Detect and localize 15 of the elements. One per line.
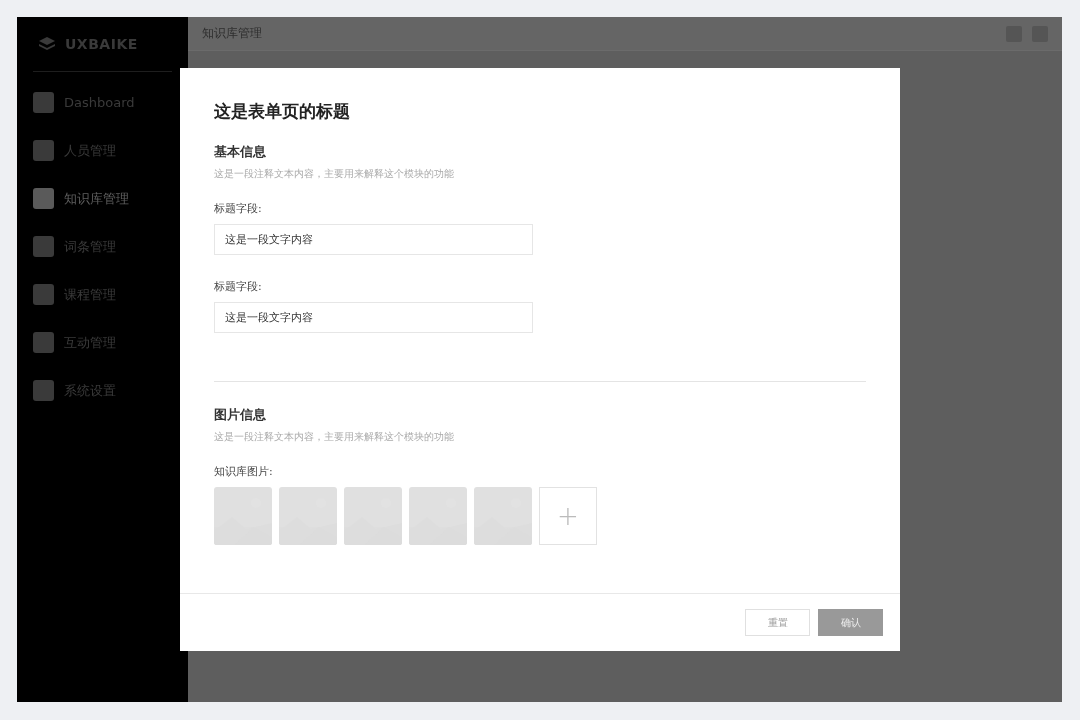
logo-text: UXBAIKE xyxy=(65,36,138,52)
confirm-button[interactable]: 确认 xyxy=(818,609,883,636)
input-field[interactable]: 这是一段文字内容 xyxy=(214,302,533,333)
layers-icon xyxy=(39,37,55,51)
dialog-title: 这是表单页的标题 xyxy=(214,100,351,123)
sidebar-item[interactable]: Dashboard xyxy=(33,92,172,113)
sidebar-item[interactable]: 知识库管理 xyxy=(33,188,172,209)
section-heading: 图片信息 xyxy=(214,406,267,424)
section-heading: 基本信息 xyxy=(214,143,267,161)
field-label: 标题字段: xyxy=(214,201,263,216)
reset-button[interactable]: 重置 xyxy=(745,609,810,636)
input-field[interactable]: 这是一段文字内容 xyxy=(214,224,533,255)
add-image-button[interactable]: + xyxy=(539,487,597,545)
field-label: 标题字段: xyxy=(214,279,263,294)
field-label: 知识库图片: xyxy=(214,464,274,479)
